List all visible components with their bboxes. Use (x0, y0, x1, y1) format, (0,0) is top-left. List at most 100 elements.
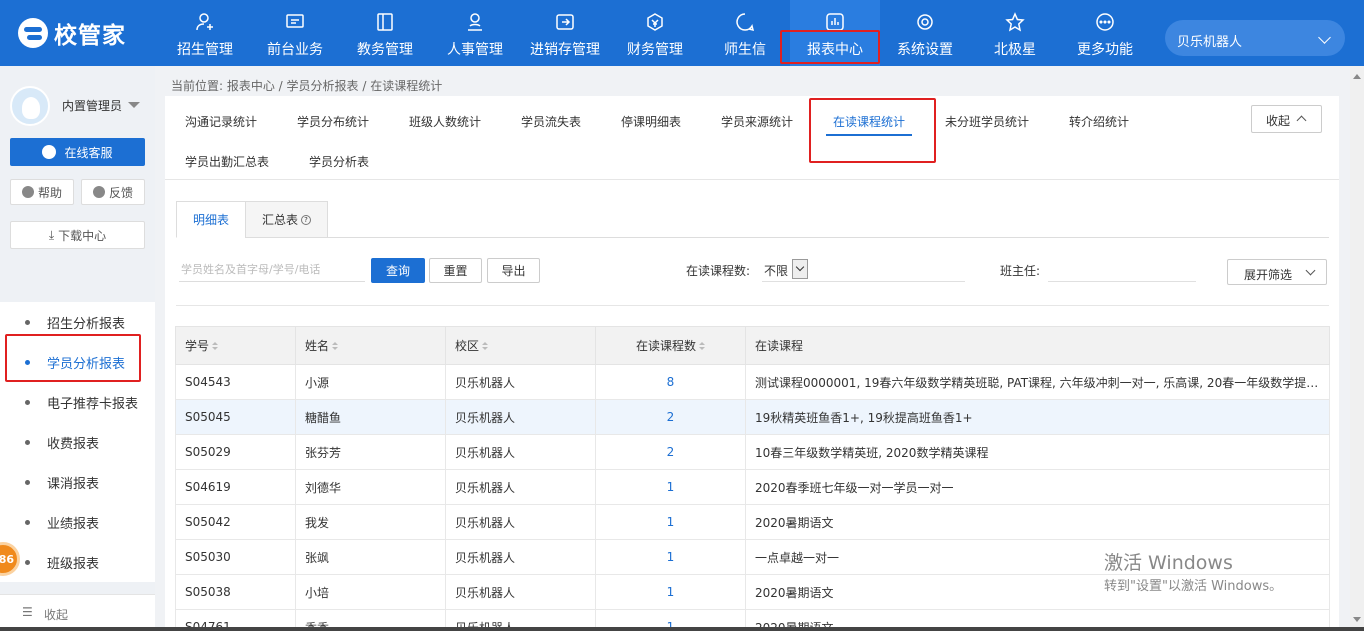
download-center-button[interactable]: ⤓ 下载中心 (10, 221, 145, 249)
download-icon: ⤓ (48, 227, 55, 242)
nav-hr[interactable]: 人事管理 (430, 0, 520, 66)
chevron-down-icon (1305, 265, 1316, 276)
user-name[interactable]: 内置管理员 (62, 97, 122, 114)
divider (176, 305, 1329, 306)
course-count-label: 在读课程数: (686, 264, 751, 278)
header-student-id[interactable]: 学号 (175, 326, 296, 365)
tab-class-size-stats[interactable]: 班级人数统计 (409, 113, 481, 130)
sidebar-item-class-report[interactable]: 班级报表 (0, 542, 155, 582)
tab-communication-stats[interactable]: 沟通记录统计 (185, 113, 257, 130)
logo[interactable]: 校管家 (18, 17, 126, 49)
online-service-button[interactable]: 在线客服 (10, 138, 145, 166)
avatar[interactable] (10, 86, 50, 126)
tab-student-source[interactable]: 学员来源统计 (721, 113, 793, 130)
money-icon (610, 12, 700, 34)
tab-detail[interactable]: 明细表 (176, 201, 246, 238)
nav-label: 更多功能 (1077, 42, 1133, 58)
nav-finance[interactable]: 财务管理 (610, 0, 700, 66)
cell-course-count-link[interactable]: 8 (595, 364, 746, 400)
nav-label: 进销存管理 (530, 42, 600, 58)
cell-course-count-link[interactable]: 1 (595, 504, 746, 540)
feedback-icon (92, 186, 105, 198)
sidebar-item-consumption-report[interactable]: 课消报表 (0, 462, 155, 502)
bullet-icon (25, 320, 30, 325)
caret-down-icon[interactable] (128, 102, 140, 108)
reset-button[interactable]: 重置 (429, 258, 482, 283)
cell-course-count-link[interactable]: 1 (595, 469, 746, 505)
help-icon (21, 186, 34, 198)
cell-student-id: S04619 (175, 469, 296, 505)
nav-settings[interactable]: 系统设置 (880, 0, 970, 66)
tab-suspension-detail[interactable]: 停课明细表 (621, 113, 681, 130)
tab-summary[interactable]: 汇总表? (245, 201, 328, 238)
tab-student-distribution[interactable]: 学员分布统计 (297, 113, 369, 130)
table-row: S05045 糖醋鱼 贝乐机器人 2 19秋精英班鱼香1+, 19秋提高班鱼香1+ (175, 399, 1330, 435)
nav-inventory[interactable]: 进销存管理 (520, 0, 610, 66)
header-course-count[interactable]: 在读课程数 (595, 326, 746, 365)
sort-icon[interactable] (332, 342, 339, 351)
nav-messenger[interactable]: 师生信 (700, 0, 790, 66)
table-header-row: 学号 姓名 校区 在读课程数 在读课程 (175, 326, 1330, 365)
tab-student-analysis[interactable]: 学员分析表 (309, 153, 369, 170)
highlight-box-sidebar (5, 334, 141, 382)
nav-front-desk[interactable]: 前台业务 (250, 0, 340, 66)
nav-more[interactable]: 更多功能 (1060, 0, 1150, 66)
cell-course-count-link[interactable]: 1 (595, 574, 746, 610)
book-icon (340, 12, 430, 34)
menu-label: 收费报表 (47, 437, 100, 452)
scroll-up-icon[interactable] (1353, 74, 1361, 79)
course-count-select[interactable]: 不限 (762, 258, 808, 282)
school-name: 贝乐机器人 (1177, 35, 1243, 50)
cell-course-count-link[interactable]: 1 (595, 539, 746, 575)
tab-detail-label: 明细表 (192, 213, 229, 227)
sidebar-collapse-button[interactable]: ☰ 收起 (0, 594, 155, 631)
nav-academic[interactable]: 教务管理 (340, 0, 430, 66)
chevron-up-icon (1296, 115, 1307, 126)
more-icon (1060, 12, 1150, 34)
help-button[interactable]: 帮助 (10, 179, 74, 205)
sidebar-item-fee-report[interactable]: 收费报表 (0, 422, 155, 462)
feedback-button[interactable]: 反馈 (81, 179, 145, 205)
highlight-box-nav (780, 30, 880, 64)
school-selector[interactable]: 贝乐机器人 (1165, 20, 1345, 56)
nav-enrollment[interactable]: 招生管理 (160, 0, 250, 66)
sort-icon[interactable] (699, 342, 705, 351)
header-label: 在读课程数 (635, 339, 696, 353)
tab-attendance-summary[interactable]: 学员出勤汇总表 (185, 153, 269, 170)
vertical-scrollbar[interactable] (1350, 66, 1364, 631)
sidebar-item-performance-report[interactable]: 业绩报表 (0, 502, 155, 542)
teacher-label: 班主任: (1000, 264, 1041, 278)
nav-polaris[interactable]: 北极星 (970, 0, 1060, 66)
cell-campus: 贝乐机器人 (445, 399, 596, 435)
cell-name: 小源 (295, 364, 446, 400)
search-input[interactable] (179, 258, 365, 282)
header-name[interactable]: 姓名 (295, 326, 446, 365)
chevron-down-icon (792, 259, 808, 279)
expand-filter-button[interactable]: 展开筛选 (1227, 259, 1327, 285)
cell-student-id: S05042 (175, 504, 296, 540)
cell-name: 刘德华 (295, 469, 446, 505)
nav-label: 招生管理 (177, 42, 233, 58)
teacher-input[interactable] (1048, 281, 1196, 282)
online-service-label: 在线客服 (64, 145, 113, 160)
cell-courses: 测试课程0000001, 19春六年级数学精英班聪, PAT课程, 六年级冲刺一… (745, 364, 1330, 400)
scroll-down-icon[interactable] (1353, 617, 1361, 622)
collapse-tabs-button[interactable]: 收起 (1251, 105, 1322, 133)
sort-icon[interactable] (482, 342, 489, 351)
tab-referral-stats[interactable]: 转介绍统计 (1069, 113, 1129, 130)
cell-courses: 2020暑期语文 (745, 504, 1330, 540)
cell-course-count-link[interactable]: 2 (595, 399, 746, 435)
table-row: S04543 小源 贝乐机器人 8 测试课程0000001, 19春六年级数学精英班聪,… (175, 364, 1330, 400)
nav-label: 北极星 (994, 42, 1036, 58)
sort-icon[interactable] (212, 342, 219, 351)
question-icon[interactable]: ? (301, 214, 311, 225)
tab-student-churn[interactable]: 学员流失表 (521, 113, 581, 130)
header-label: 在读课程 (755, 339, 804, 353)
header-label: 学号 (185, 339, 210, 353)
export-button[interactable]: 导出 (487, 258, 540, 283)
header-campus[interactable]: 校区 (445, 326, 596, 365)
query-button[interactable]: 查询 (371, 258, 425, 283)
sidebar-item-ecard-report[interactable]: 电子推荐卡报表 (0, 382, 155, 422)
cell-course-count-link[interactable]: 2 (595, 434, 746, 470)
tab-unassigned-students[interactable]: 未分班学员统计 (945, 113, 1029, 130)
